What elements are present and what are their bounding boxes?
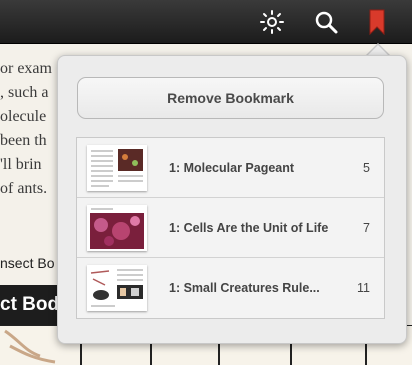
bookmark-title: 1: Molecular Pageant xyxy=(169,161,295,175)
bookmark-row[interactable]: 1: Cells Are the Unit of Life 7 xyxy=(77,198,384,258)
page-thumbnail xyxy=(87,265,147,311)
figure-caption: nsect Bo xyxy=(0,255,55,271)
brightness-icon[interactable] xyxy=(259,9,285,35)
page-line: , such a xyxy=(0,84,49,101)
page-line: been th xyxy=(0,132,47,149)
section-banner: ct Body xyxy=(0,285,70,325)
bookmark-page-number: 11 xyxy=(357,281,370,295)
page-line: 'll brin xyxy=(0,156,42,173)
page-thumbnail xyxy=(87,145,147,191)
bookmark-row[interactable]: 1: Molecular Pageant 5 xyxy=(77,138,384,198)
insect-sketch xyxy=(4,329,56,364)
bookmark-icon[interactable] xyxy=(364,9,390,36)
bookmark-title: 1: Small Creatures Rule... xyxy=(169,281,320,295)
bookmark-title: 1: Cells Are the Unit of Life xyxy=(169,221,329,235)
bookmark-row[interactable]: 1: Small Creatures Rule... 11 xyxy=(77,258,384,318)
bookmarks-popover: Remove Bookmark 1: Molecular Pageant 5 1… xyxy=(57,55,407,344)
page-line: or exam xyxy=(0,60,52,77)
bookmark-list: 1: Molecular Pageant 5 1: Cells Are the … xyxy=(76,137,385,319)
page-line: olecule xyxy=(0,108,47,125)
top-toolbar xyxy=(0,0,412,44)
bookmark-page-number: 7 xyxy=(363,221,370,235)
bookmark-page-number: 5 xyxy=(363,161,370,175)
search-icon[interactable] xyxy=(313,9,339,35)
remove-bookmark-button[interactable]: Remove Bookmark xyxy=(77,77,384,119)
page-thumbnail xyxy=(87,205,147,251)
page-line: of ants. xyxy=(0,180,48,197)
